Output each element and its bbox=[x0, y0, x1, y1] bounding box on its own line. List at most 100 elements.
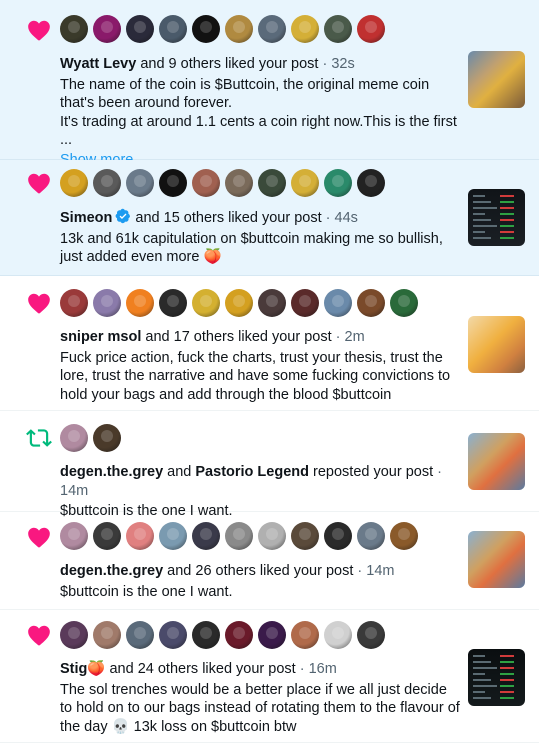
post-thumbnail[interactable] bbox=[468, 316, 525, 373]
post-thumbnail[interactable] bbox=[468, 189, 525, 246]
notification-headline: degen.the.grey and 26 others liked your … bbox=[60, 562, 460, 581]
avatar[interactable] bbox=[258, 15, 286, 43]
post-thumbnail[interactable] bbox=[468, 649, 525, 706]
timestamp[interactable]: 44s bbox=[335, 210, 358, 226]
avatar[interactable] bbox=[291, 522, 319, 550]
avatar[interactable] bbox=[324, 169, 352, 197]
avatar[interactable] bbox=[291, 289, 319, 317]
notification-headline: sniper msol and 17 others liked your pos… bbox=[60, 328, 460, 347]
avatar[interactable] bbox=[93, 15, 121, 43]
avatar[interactable] bbox=[93, 424, 121, 452]
notification-item[interactable]: Wyatt Levy and 9 others liked your post … bbox=[0, 0, 539, 168]
heart-icon bbox=[26, 290, 52, 316]
timestamp[interactable]: 14m bbox=[60, 483, 88, 499]
user-name-link[interactable]: sniper msol bbox=[60, 329, 141, 345]
post-thumbnail[interactable] bbox=[468, 51, 525, 108]
separator-dot: · bbox=[335, 329, 345, 345]
avatar[interactable] bbox=[192, 169, 220, 197]
avatar[interactable] bbox=[159, 621, 187, 649]
avatar[interactable] bbox=[159, 522, 187, 550]
avatar[interactable] bbox=[390, 522, 418, 550]
avatar[interactable] bbox=[225, 621, 253, 649]
avatar[interactable] bbox=[291, 621, 319, 649]
post-text: The sol trenches would be a better place… bbox=[60, 681, 460, 735]
notification-action-text: and 17 others liked your post bbox=[141, 329, 336, 345]
avatar-row bbox=[60, 289, 423, 319]
timestamp[interactable]: 16m bbox=[309, 661, 337, 677]
avatar[interactable] bbox=[159, 289, 187, 317]
avatar[interactable] bbox=[357, 289, 385, 317]
avatar[interactable] bbox=[93, 289, 121, 317]
avatar[interactable] bbox=[291, 15, 319, 43]
notification-item[interactable]: Simeon and 15 others liked your post · 4… bbox=[0, 160, 539, 276]
notification-item[interactable]: sniper msol and 17 others liked your pos… bbox=[0, 276, 539, 411]
user-name-link[interactable]: Wyatt Levy bbox=[60, 56, 136, 72]
avatar[interactable] bbox=[324, 289, 352, 317]
avatar[interactable] bbox=[126, 522, 154, 550]
separator-dot: · bbox=[299, 661, 309, 677]
avatar[interactable] bbox=[192, 522, 220, 550]
avatar[interactable] bbox=[258, 289, 286, 317]
avatar[interactable] bbox=[60, 424, 88, 452]
avatar[interactable] bbox=[357, 15, 385, 43]
user-name-link[interactable]: Pastorio Legend bbox=[195, 464, 309, 480]
user-name-link[interactable]: Stig🍑 bbox=[60, 661, 105, 677]
avatar[interactable] bbox=[324, 522, 352, 550]
avatar[interactable] bbox=[60, 621, 88, 649]
avatar[interactable] bbox=[126, 289, 154, 317]
post-thumbnail[interactable] bbox=[468, 531, 525, 588]
notification-headline: Wyatt Levy and 9 others liked your post … bbox=[60, 55, 460, 74]
avatar[interactable] bbox=[126, 15, 154, 43]
separator-dot: · bbox=[357, 563, 367, 579]
avatar[interactable] bbox=[324, 15, 352, 43]
timestamp[interactable]: 32s bbox=[331, 56, 354, 72]
notification-body: degen.the.grey and 26 others liked your … bbox=[60, 562, 460, 601]
avatar[interactable] bbox=[357, 621, 385, 649]
user-name-link[interactable]: Simeon bbox=[60, 210, 112, 226]
avatar[interactable] bbox=[225, 15, 253, 43]
avatar[interactable] bbox=[159, 15, 187, 43]
notification-item[interactable]: degen.the.grey and 26 others liked your … bbox=[0, 512, 539, 610]
avatar[interactable] bbox=[93, 621, 121, 649]
post-text: Fuck price action, fuck the charts, trus… bbox=[60, 349, 451, 403]
avatar[interactable] bbox=[324, 621, 352, 649]
avatar[interactable] bbox=[60, 15, 88, 43]
avatar[interactable] bbox=[357, 522, 385, 550]
avatar-row bbox=[60, 15, 390, 45]
avatar[interactable] bbox=[357, 169, 385, 197]
avatar[interactable] bbox=[60, 289, 88, 317]
timestamp[interactable]: 2m bbox=[345, 329, 365, 345]
avatar[interactable] bbox=[60, 169, 88, 197]
post-thumbnail[interactable] bbox=[468, 433, 525, 490]
post-text: It's trading at around 1.1 cents a coin … bbox=[60, 113, 457, 149]
avatar[interactable] bbox=[258, 522, 286, 550]
notification-headline: Stig🍑 and 24 others liked your post · 16… bbox=[60, 660, 460, 679]
notification-headline: degen.the.grey and Pastorio Legend repos… bbox=[60, 463, 460, 500]
avatar[interactable] bbox=[192, 15, 220, 43]
user-name-link[interactable]: degen.the.grey bbox=[60, 464, 163, 480]
notification-item[interactable]: degen.the.grey and Pastorio Legend repos… bbox=[0, 411, 539, 519]
avatar[interactable] bbox=[258, 169, 286, 197]
avatar[interactable] bbox=[291, 169, 319, 197]
notification-item[interactable]: Stig🍑 and 24 others liked your post · 16… bbox=[0, 610, 539, 743]
separator-dot: · bbox=[325, 210, 335, 226]
separator-dot: · bbox=[437, 464, 443, 480]
avatar[interactable] bbox=[225, 522, 253, 550]
avatar[interactable] bbox=[159, 169, 187, 197]
post-text: $buttcoin is the one I want. bbox=[60, 583, 233, 600]
user-name-link[interactable]: degen.the.grey bbox=[60, 563, 163, 579]
avatar[interactable] bbox=[225, 169, 253, 197]
avatar[interactable] bbox=[192, 621, 220, 649]
notification-action-text: and 9 others liked your post bbox=[136, 56, 323, 72]
timestamp[interactable]: 14m bbox=[366, 563, 394, 579]
avatar[interactable] bbox=[225, 289, 253, 317]
avatar[interactable] bbox=[60, 522, 88, 550]
avatar[interactable] bbox=[93, 169, 121, 197]
avatar[interactable] bbox=[258, 621, 286, 649]
avatar[interactable] bbox=[390, 289, 418, 317]
avatar[interactable] bbox=[93, 522, 121, 550]
avatar[interactable] bbox=[126, 621, 154, 649]
post-text: The name of the coin is $Buttcoin, the o… bbox=[60, 76, 430, 112]
avatar[interactable] bbox=[192, 289, 220, 317]
avatar[interactable] bbox=[126, 169, 154, 197]
